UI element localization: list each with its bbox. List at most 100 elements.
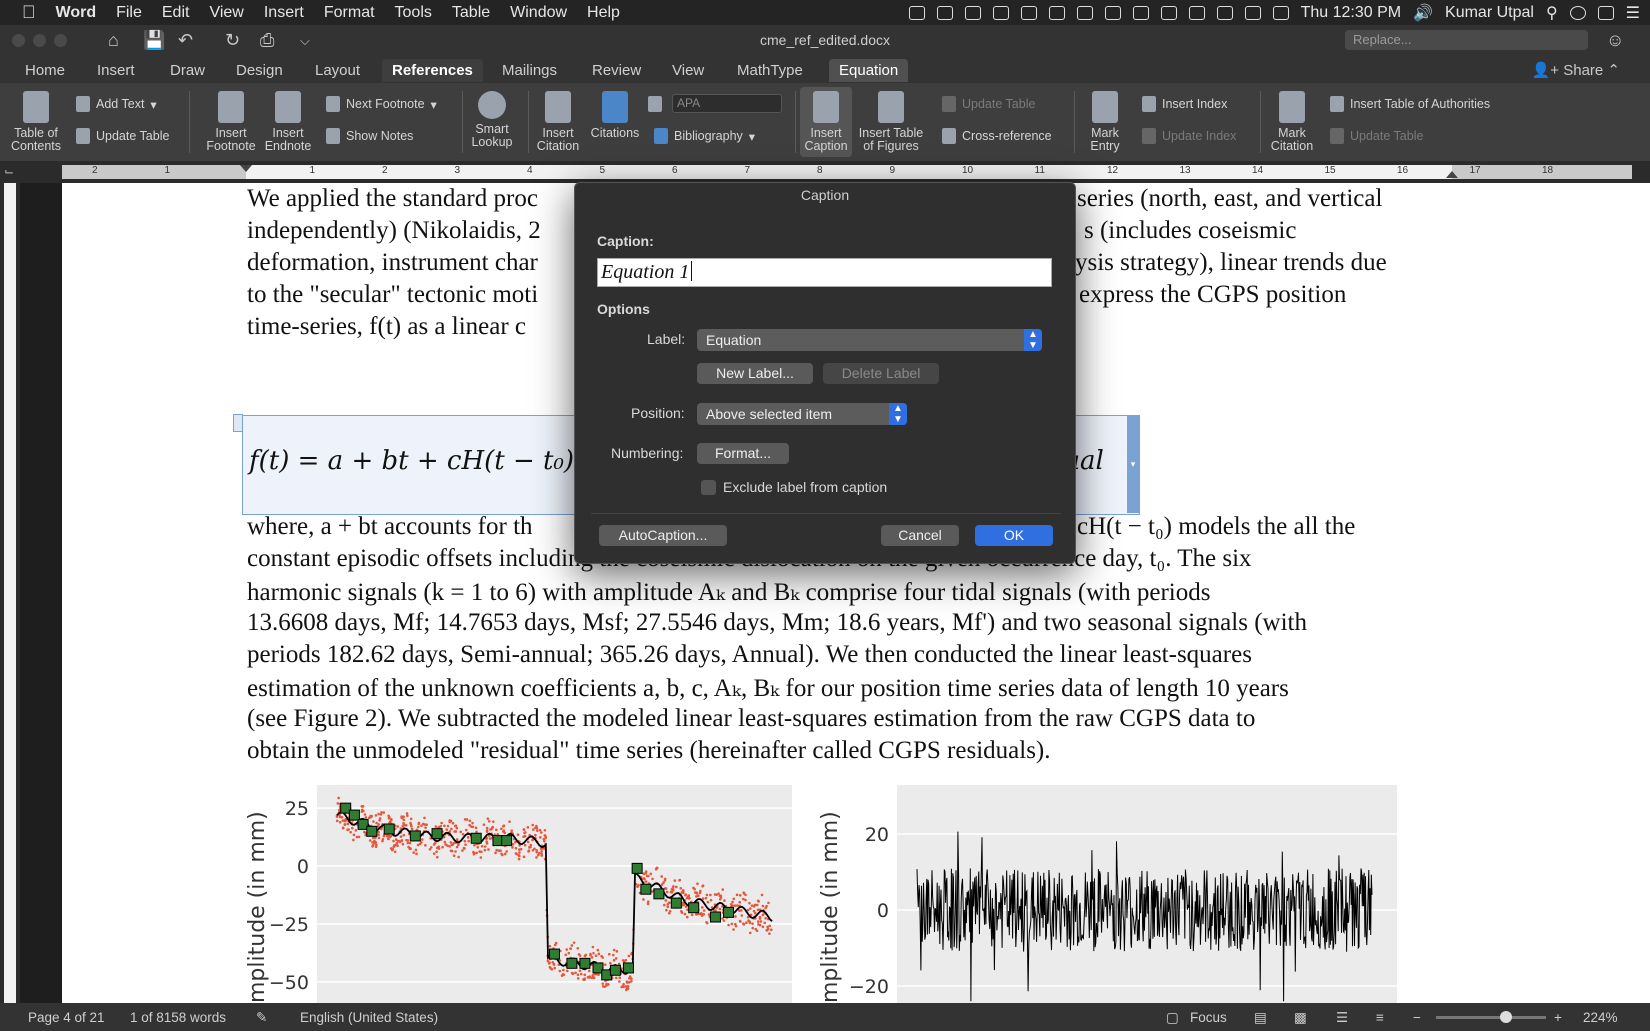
tab-insert[interactable]: Insert	[87, 59, 145, 82]
menu-table[interactable]: Table	[442, 4, 500, 22]
indent-marker[interactable]	[240, 165, 252, 172]
menu-edit[interactable]: Edit	[152, 4, 200, 22]
doc-line[interactable]: independently) (Nikolaidis, 2	[247, 217, 541, 245]
caption-input[interactable]: Equation 1	[597, 258, 1052, 287]
zoom-slider-knob[interactable]	[1500, 1011, 1512, 1023]
doc-line[interactable]: harmonic signals (k = 1 to 6) with ampli…	[247, 577, 1210, 607]
mark-citation-button[interactable]: Mark Citation	[1266, 91, 1318, 153]
bibliography-button[interactable]: Bibliography ▾	[654, 128, 755, 144]
web-layout-icon[interactable]: ▩	[1294, 1010, 1307, 1026]
autocaption-button[interactable]: AutoCaption...	[599, 525, 727, 546]
tab-draw[interactable]: Draw	[160, 59, 215, 82]
tab-layout[interactable]: Layout	[305, 59, 370, 82]
equation-handle-icon[interactable]	[233, 414, 243, 432]
menu-insert[interactable]: Insert	[254, 4, 314, 22]
time-machine-icon[interactable]	[1244, 5, 1261, 20]
grid-icon[interactable]	[1104, 5, 1121, 20]
menu-format[interactable]: Format	[314, 4, 385, 22]
show-notes-button[interactable]: Show Notes	[326, 128, 413, 144]
doc-line-right[interactable]: cH(t − t₀) models the all the	[1077, 513, 1355, 541]
add-text-button[interactable]: Add Text ▾	[76, 96, 157, 112]
caption-dialog[interactable]: Caption Caption: Equation 1 Options Labe…	[574, 182, 1076, 564]
tab-design[interactable]: Design	[226, 59, 293, 82]
bluetooth-icon[interactable]	[1216, 5, 1233, 20]
siri-icon[interactable]	[1569, 5, 1586, 20]
tab-mailings[interactable]: Mailings	[492, 59, 567, 82]
share-button[interactable]: 👤+ Share ⌃	[1532, 61, 1620, 79]
dropbox-icon[interactable]	[908, 5, 925, 20]
equation-text[interactable]: f(t) = a + bt + cH(t − t₀)	[249, 446, 574, 476]
exclude-label-text[interactable]: Exclude label from caption	[723, 479, 887, 495]
word-count[interactable]: 1 of 8158 words	[130, 1010, 226, 1025]
doc-line[interactable]: 13.6608 days, Mf; 14.7653 days, Msf; 27.…	[247, 609, 1307, 637]
update-table-of-authorities-button[interactable]: Update Table	[1330, 128, 1423, 144]
language[interactable]: English (United States)	[300, 1010, 438, 1025]
display-icon[interactable]	[1597, 5, 1614, 20]
cloud-icon[interactable]	[936, 5, 953, 20]
right-indent-marker[interactable]	[1446, 171, 1458, 178]
menu-tools[interactable]: Tools	[385, 4, 442, 22]
ok-button[interactable]: OK	[975, 525, 1053, 546]
zoom-slider[interactable]	[1436, 1011, 1546, 1023]
tab-stop-selector-icon[interactable]: ⌙	[4, 164, 14, 178]
tab-view[interactable]: View	[662, 59, 714, 82]
equation-options-chevron-icon[interactable]: ▾	[1127, 416, 1139, 513]
insert-citation-button[interactable]: Insert Citation	[532, 91, 584, 153]
focus-button[interactable]: Focus	[1190, 1010, 1227, 1025]
insert-endnote-button[interactable]: Insert Endnote	[260, 91, 316, 153]
doc-line[interactable]: time-series, f(t) as a linear c	[247, 313, 526, 341]
smiley-feedback-icon[interactable]: ☺	[1606, 30, 1624, 51]
volume-icon[interactable]: 🔊	[1413, 3, 1433, 23]
doc-line[interactable]: to the "secular" tectonic moti	[247, 281, 538, 309]
clock[interactable]: Thu 12:30 PM	[1301, 4, 1402, 22]
delete-label-button[interactable]: Delete Label	[823, 363, 939, 384]
smart-lookup-button[interactable]: Smart Lookup	[466, 91, 518, 149]
wifi-icon[interactable]	[1272, 5, 1289, 20]
tab-references[interactable]: References	[382, 59, 483, 82]
doc-line[interactable]: We applied the standard proc	[247, 185, 538, 213]
zoom-level[interactable]: 224%	[1583, 1010, 1618, 1025]
insert-index-button[interactable]: Insert Index	[1142, 96, 1227, 112]
menu-file[interactable]: File	[106, 4, 152, 22]
insert-table-of-figures-button[interactable]: Insert Table of Figures	[856, 91, 926, 153]
vertical-ruler[interactable]	[0, 183, 20, 1003]
spotlight-icon[interactable]: ⚲	[1546, 3, 1558, 23]
doc-line[interactable]: estimation of the unknown coefficients a…	[247, 673, 1289, 703]
outline-view-icon[interactable]: ☰	[1336, 1010, 1348, 1026]
update-index-button[interactable]: Update Index	[1142, 128, 1236, 144]
drive-icon[interactable]	[1020, 5, 1037, 20]
new-label-button[interactable]: New Label...	[697, 363, 813, 384]
doc-line-right[interactable]: s (includes coseismic	[1084, 217, 1296, 245]
tab-review[interactable]: Review	[582, 59, 651, 82]
tab-home[interactable]: Home	[15, 59, 75, 82]
doc-line[interactable]: where, a + bt accounts for th	[247, 513, 533, 541]
next-footnote-button[interactable]: Next Footnote ▾	[326, 96, 437, 112]
proofing-icon[interactable]: ✎	[256, 1010, 267, 1026]
insert-footnote-button[interactable]: Insert Footnote	[200, 91, 262, 153]
update-table-of-figures-button[interactable]: Update Table	[942, 96, 1035, 112]
menu-view[interactable]: View	[199, 4, 253, 22]
table-of-contents-button[interactable]: Table of Contents	[8, 91, 64, 153]
tab-equation[interactable]: Equation	[829, 59, 909, 82]
horizontal-ruler[interactable]: ⌙ 2 1 1 2 3 4 5 6 7 8 9 10 11 12 13 14 15 16 17 18	[0, 161, 1650, 183]
page-count[interactable]: Page 4 of 21	[28, 1010, 105, 1025]
cancel-button[interactable]: Cancel	[881, 525, 959, 546]
doc-line-right[interactable]: express the CGPS position	[1079, 281, 1346, 309]
menu-help[interactable]: Help	[577, 4, 630, 22]
control-center-icon[interactable]: ☰	[1626, 3, 1640, 23]
figure-right-chart[interactable]: 20 0 −20 mplitude (in mm)	[817, 773, 1407, 1003]
draft-view-icon[interactable]: ≡	[1376, 1010, 1384, 1025]
insert-caption-button[interactable]: Insert Caption	[800, 87, 852, 157]
flag-icon[interactable]	[1188, 5, 1205, 20]
print-layout-icon[interactable]: ▤	[1254, 1010, 1267, 1026]
figure-left-chart[interactable]: 25 0 −25 −50mplitude (in mm)	[242, 773, 822, 1003]
insert-table-of-authorities-button[interactable]: Insert Table of Authorities	[1330, 96, 1490, 112]
zoom-out-icon[interactable]: −	[1413, 1010, 1421, 1025]
zoom-in-icon[interactable]: +	[1554, 1010, 1562, 1025]
cross-reference-button[interactable]: Cross-reference	[942, 128, 1052, 144]
doc-line[interactable]: obtain the unmodeled "residual" time ser…	[247, 737, 1051, 765]
user-name[interactable]: Kumar Utpal	[1445, 4, 1534, 22]
evernote-icon[interactable]	[992, 5, 1009, 20]
manage-sources-icon[interactable]	[648, 96, 662, 112]
tab-mathtype[interactable]: MathType	[727, 59, 813, 82]
